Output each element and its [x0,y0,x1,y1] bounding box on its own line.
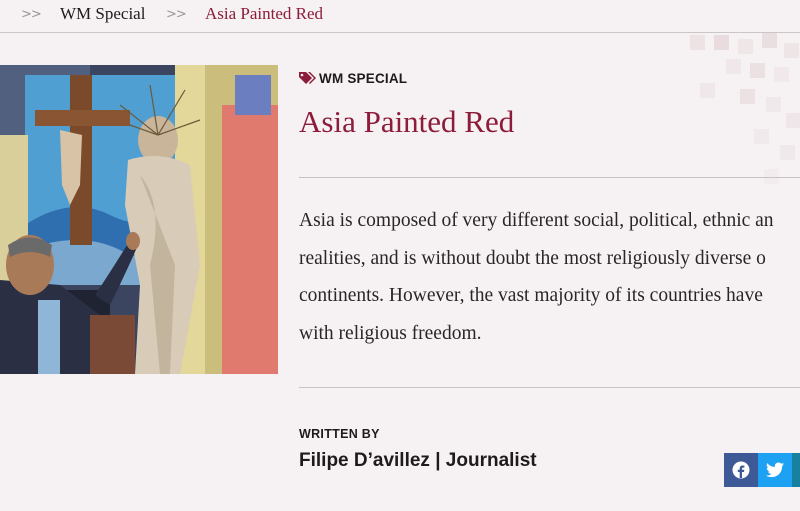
divider [299,177,800,178]
author-name[interactable]: Filipe D’avillez | Journalist [299,450,537,472]
twitter-icon [766,462,784,478]
lead-line: realities, and is without doubt the most… [299,247,766,269]
more-share-button[interactable] [792,453,800,487]
written-by-label: WRITTEN BY [299,427,380,441]
breadcrumb-item-wm-special[interactable]: WM Special [60,0,145,28]
share-bar [724,453,800,487]
category-tag[interactable]: WM SPECIAL [299,70,407,86]
tags-icon [299,72,316,84]
hero-illustration [0,65,278,374]
hero-image [0,65,278,374]
lead-line: Asia is composed of very different socia… [299,210,774,231]
lead-line: with religious freedom. [299,322,482,344]
twitter-share-button[interactable] [758,453,792,487]
breadcrumb-item-current: Asia Painted Red [205,4,324,23]
breadcrumb-separator: >> [21,7,42,22]
category-label: WM SPECIAL [319,70,408,86]
divider [299,387,800,388]
breadcrumb-separator: >> [166,7,187,22]
lead-line: continents. However, the vast majority o… [299,285,763,306]
page-title: Asia Painted Red [299,104,515,139]
decorative-mosaic [680,33,800,193]
breadcrumb: | >> WM Special >> Asia Painted Red [0,0,800,33]
facebook-share-button[interactable] [724,453,758,487]
facebook-icon [732,461,750,479]
article-lead: Asia is composed of very different socia… [299,202,800,352]
